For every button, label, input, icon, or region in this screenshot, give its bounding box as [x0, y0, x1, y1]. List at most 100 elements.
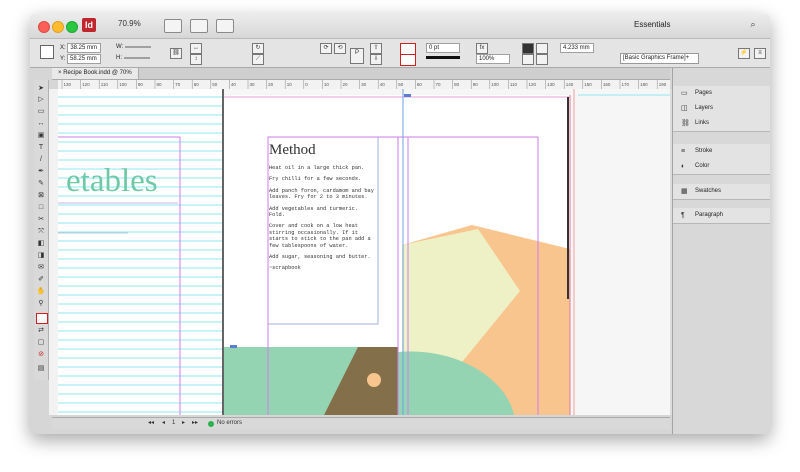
type-tool-icon[interactable]: T	[36, 143, 46, 152]
wrap-none-icon[interactable]	[522, 43, 534, 54]
pen-tool-icon[interactable]: ✒	[36, 167, 46, 176]
size-field[interactable]: 4.233 mm	[560, 43, 594, 53]
panel-pages[interactable]: ▭ Pages	[673, 86, 770, 101]
zoom-level[interactable]: 70.9%	[118, 19, 141, 28]
panel-links[interactable]: ⛓ Links	[673, 116, 770, 131]
constrain-proportions-icon[interactable]: ⛓	[170, 48, 182, 59]
panel-menu-icon[interactable]: ≡	[754, 48, 766, 59]
y-field[interactable]: Y: 58.25 mm	[60, 54, 102, 64]
shear-icon[interactable]: ⟋	[252, 54, 264, 65]
scissors-tool-icon[interactable]: ✂	[36, 215, 46, 224]
selection-tool-icon[interactable]: ➤	[36, 84, 46, 93]
close-icon[interactable]: ×	[58, 70, 62, 76]
ruler-tick-label: 90	[473, 82, 479, 87]
view-options-icon[interactable]	[164, 19, 182, 33]
preflight-status[interactable]: No errors	[217, 418, 242, 429]
first-page-icon[interactable]: ◂◂	[148, 418, 154, 429]
layers-icon: ◫	[681, 105, 688, 112]
apply-none-icon[interactable]: ⊘	[36, 350, 46, 359]
last-page-icon[interactable]: ▸▸	[192, 418, 198, 429]
screen-mode-icon[interactable]	[190, 19, 208, 33]
rectangle-frame-tool-icon[interactable]: ⊠	[36, 191, 46, 200]
status-bar: ◂◂ ◂ 1 ▸ ▸▸ No errors	[52, 417, 670, 429]
wrap-jump-icon[interactable]	[536, 54, 548, 65]
panel-group-1: ▭ Pages ◫ Layers ⛓ Links	[673, 86, 770, 132]
next-page-icon[interactable]: ▸	[182, 418, 185, 429]
content-collector-icon[interactable]: ▣	[36, 131, 46, 140]
zoom-window-button[interactable]	[66, 21, 78, 33]
formatting-container-icon[interactable]: ▢	[36, 338, 46, 347]
ruler-tick-label: 110	[101, 82, 109, 87]
flip-p-icon[interactable]: P	[350, 48, 364, 64]
object-style-select[interactable]: [Basic Graphics Frame]+	[620, 53, 699, 64]
arrange-documents-icon[interactable]	[216, 19, 234, 33]
zoom-tool-icon[interactable]: ⚲	[36, 299, 46, 308]
page-tool-icon[interactable]: ▭	[36, 107, 46, 116]
fill-stroke-swatch-icon[interactable]	[36, 313, 48, 324]
swap-fill-stroke-icon[interactable]: ⇄	[36, 326, 46, 335]
rotate-90-ccw-icon[interactable]: ⟲	[334, 43, 346, 54]
lightning-icon[interactable]: ⚡	[738, 48, 750, 59]
minimize-window-button[interactable]	[52, 21, 64, 33]
ruler-tick-label: 20	[268, 82, 274, 87]
note-tool-icon[interactable]: ✉	[36, 263, 46, 272]
stroke-type-preview[interactable]	[426, 56, 460, 59]
scale-x-icon[interactable]: ↔	[190, 43, 202, 54]
ruler-tick-label: 120	[82, 82, 90, 87]
ruler-tick-label: 100	[119, 82, 127, 87]
eyedropper-tool-icon[interactable]: ✐	[36, 275, 46, 284]
indesign-window: Id 70.9% Essentials ⌕ X: 38.25 mm Y: 58.…	[30, 14, 770, 434]
fill-swatch[interactable]	[400, 54, 416, 66]
reference-point-icon[interactable]	[40, 45, 54, 59]
tools-panel: ➤ ▷ ▭ ↔ ▣ T / ✒ ✎ ⊠ □ ✂ ⤧ ◧ ◨ ✉ ✐ ✋ ⚲ ⇄ …	[34, 80, 49, 380]
close-window-button[interactable]	[38, 21, 50, 33]
w-field[interactable]: W:	[116, 43, 151, 51]
stroke-weight-field[interactable]: 0 pt	[426, 43, 460, 53]
method-text-frame[interactable]: Method Heat oil in a large thick pan. Fry…	[269, 141, 377, 321]
hand-tool-icon[interactable]: ✋	[36, 287, 46, 296]
ruler-tick-label: 90	[138, 82, 144, 87]
panel-color[interactable]: ◐ Color	[673, 159, 770, 174]
x-field[interactable]: X: 38.25 mm	[60, 43, 102, 53]
gradient-feather-tool-icon[interactable]: ◨	[36, 251, 46, 260]
select-container-icon[interactable]: ⇧	[370, 43, 382, 54]
document-tab-bar: × Recipe Book.indd @ 70%	[52, 68, 670, 80]
direct-selection-tool-icon[interactable]: ▷	[36, 95, 46, 104]
line-tool-icon[interactable]: /	[36, 155, 46, 164]
ruler-tick-label: 110	[510, 82, 518, 87]
panel-swatches[interactable]: ▦ Swatches	[673, 184, 770, 199]
gap-tool-icon[interactable]: ↔	[36, 119, 46, 128]
search-icon[interactable]: ⌕	[746, 19, 760, 32]
ruler-tick-label: 130	[64, 82, 72, 87]
method-paragraph: Add sugar, seasoning and butter.	[269, 254, 371, 261]
ruler-tick-label: 140	[566, 82, 574, 87]
ruler-tick-label: 20	[343, 82, 349, 87]
workspace-switcher[interactable]: Essentials	[634, 20, 670, 29]
ruler-tick-label: 0	[305, 82, 308, 87]
ruler-tick-label: 50	[398, 82, 404, 87]
rotate-icon[interactable]: ↻	[252, 43, 264, 54]
panel-stroke[interactable]: ≡ Stroke	[673, 144, 770, 159]
panel-layers[interactable]: ◫ Layers	[673, 101, 770, 116]
ruler-tick-label: 80	[454, 82, 460, 87]
scale-y-icon[interactable]: ↕	[190, 54, 202, 65]
panel-paragraph[interactable]: ¶ Paragraph	[673, 208, 770, 223]
wrap-bounding-icon[interactable]	[536, 43, 548, 54]
ruler-tick-label: 160	[603, 82, 611, 87]
page-number[interactable]: 1	[172, 418, 175, 429]
effects-icon[interactable]: fx	[476, 43, 488, 54]
free-transform-tool-icon[interactable]: ⤧	[36, 227, 46, 236]
document-tab[interactable]: × Recipe Book.indd @ 70%	[52, 68, 139, 79]
pencil-tool-icon[interactable]: ✎	[36, 179, 46, 188]
rectangle-tool-icon[interactable]: □	[36, 203, 46, 212]
screen-mode-tool-icon[interactable]: ▤	[36, 364, 46, 373]
method-paragraphs: Heat oil in a large thick pan. Fry chilli…	[269, 165, 377, 272]
opacity-field[interactable]: 100%	[476, 54, 510, 64]
h-field[interactable]: H:	[116, 54, 150, 62]
select-content-icon[interactable]: ⇩	[370, 54, 382, 65]
rotate-90-cw-icon[interactable]: ⟳	[320, 43, 332, 54]
gradient-swatch-tool-icon[interactable]: ◧	[36, 239, 46, 248]
wrap-shape-icon[interactable]	[522, 54, 534, 65]
prev-page-icon[interactable]: ◂	[162, 418, 165, 429]
ruler-tick-label: 180	[640, 82, 648, 87]
